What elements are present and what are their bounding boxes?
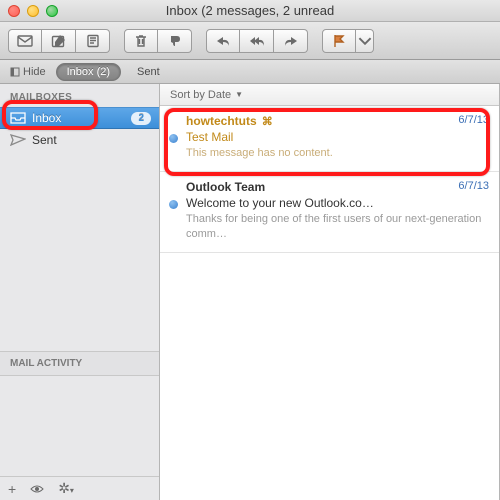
sidebar: MAILBOXES Inbox 2 Sent MAIL ACTIVITY + ✲… [0, 84, 160, 500]
envelope-icon [17, 34, 33, 48]
inbox-icon [10, 111, 26, 125]
thumbs-down-icon [167, 34, 183, 48]
chevron-down-icon: ▼ [235, 90, 243, 99]
window-title: Inbox (2 messages, 2 unread [0, 3, 500, 18]
unread-count-badge: 2 [131, 112, 151, 125]
hide-label: Hide [23, 66, 46, 78]
message-row[interactable]: Outlook Team 6/7/13 Welcome to your new … [160, 172, 499, 253]
window-controls [8, 5, 58, 17]
reply-all-button[interactable] [240, 29, 274, 53]
compose-icon [51, 34, 67, 48]
hide-button[interactable]: Hide [6, 66, 50, 78]
hide-icon [10, 67, 20, 77]
chevron-down-icon [357, 34, 373, 48]
reply-icon [215, 34, 231, 48]
action-menu-button[interactable]: ✲▾ [58, 480, 74, 497]
note-button[interactable] [76, 29, 110, 53]
tab-inbox[interactable]: Inbox (2) [56, 63, 121, 81]
message-date: 6/7/13 [458, 114, 489, 126]
sidebar-item-sent[interactable]: Sent [0, 129, 159, 151]
reply-group [206, 29, 308, 53]
zoom-icon[interactable] [46, 5, 58, 17]
message-preview: Thanks for being one of the first users … [186, 212, 489, 242]
main-area: MAILBOXES Inbox 2 Sent MAIL ACTIVITY + ✲… [0, 84, 500, 500]
message-subject: Welcome to your new Outlook.co… [186, 196, 489, 210]
message-subject: Test Mail [186, 130, 489, 144]
delete-button[interactable] [124, 29, 158, 53]
tab-label: Inbox (2) [67, 66, 110, 78]
message-list: Sort by Date ▼ howtechtuts ⌘ 6/7/13 Test… [160, 84, 500, 500]
show-button[interactable] [30, 481, 44, 497]
tab-label: Sent [137, 66, 160, 78]
unread-dot-icon [169, 200, 178, 209]
mail-actions-group [8, 29, 110, 53]
mail-activity: MAIL ACTIVITY + ✲▾ [0, 351, 159, 500]
message-preview: This message has no content. [186, 146, 489, 161]
note-icon [85, 34, 101, 48]
message-from: howtechtuts ⌘ [186, 114, 489, 128]
sidebar-item-label: Sent [32, 133, 151, 147]
sidebar-item-inbox[interactable]: Inbox 2 [0, 107, 159, 129]
forward-button[interactable] [274, 29, 308, 53]
mail-activity-header: MAIL ACTIVITY [0, 351, 159, 376]
vip-icon: ⌘ [259, 116, 273, 128]
show-icon [30, 484, 44, 494]
unread-dot-icon [169, 134, 178, 143]
toolbar [0, 22, 500, 60]
mailboxes-header: MAILBOXES [0, 84, 159, 107]
sort-label: Sort by Date [170, 89, 231, 101]
sort-header[interactable]: Sort by Date ▼ [160, 84, 499, 106]
flag-icon [331, 34, 347, 48]
flag-group [322, 29, 374, 53]
favorites-bar: Hide Inbox (2) Sent [0, 60, 500, 84]
trash-icon [133, 34, 149, 48]
message-row[interactable]: howtechtuts ⌘ 6/7/13 Test Mail This mess… [160, 106, 499, 172]
message-date: 6/7/13 [458, 180, 489, 192]
sidebar-item-label: Inbox [32, 111, 125, 125]
titlebar: Inbox (2 messages, 2 unread [0, 0, 500, 22]
junk-button[interactable] [158, 29, 192, 53]
forward-icon [283, 34, 299, 48]
flag-menu-button[interactable] [356, 29, 374, 53]
reply-all-icon [249, 34, 265, 48]
reply-button[interactable] [206, 29, 240, 53]
minimize-icon[interactable] [27, 5, 39, 17]
delete-junk-group [124, 29, 192, 53]
close-icon[interactable] [8, 5, 20, 17]
get-mail-button[interactable] [8, 29, 42, 53]
sidebar-footer: + ✲▾ [0, 476, 159, 500]
sent-icon [10, 133, 26, 147]
flag-button[interactable] [322, 29, 356, 53]
add-button[interactable]: + [8, 481, 16, 497]
mail-activity-body [0, 376, 159, 476]
tab-sent[interactable]: Sent [127, 63, 170, 81]
message-from: Outlook Team [186, 180, 489, 194]
compose-button[interactable] [42, 29, 76, 53]
